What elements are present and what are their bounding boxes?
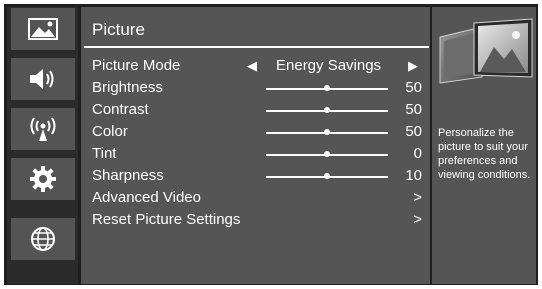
menu-item-sharpness[interactable]: Sharpness 10 [92, 167, 428, 189]
sidebar-item-picture[interactable] [11, 8, 75, 50]
color-slider[interactable] [266, 129, 388, 135]
setting-label: Tint [92, 145, 117, 162]
setting-value: 50 [405, 101, 422, 118]
title-divider [84, 46, 429, 48]
sharpness-slider[interactable] [266, 173, 388, 179]
setting-label: Color [92, 123, 128, 140]
chevron-right-icon: > [413, 189, 422, 206]
help-text: Personalize the picture to suit your pre… [438, 127, 531, 181]
setting-label: Sharpness [92, 167, 164, 184]
picture-mode-label: Picture Mode [92, 57, 181, 74]
slider-knob[interactable] [324, 107, 330, 113]
setting-label: Contrast [92, 101, 149, 118]
menu-link-label: Advanced Video [92, 189, 201, 206]
setting-label: Brightness [92, 79, 163, 96]
menu-item-picture-mode[interactable]: Picture Mode ◀ Energy Savings ▶ [92, 57, 428, 79]
menu-item-tint[interactable]: Tint 0 [92, 145, 428, 167]
setting-value: 0 [413, 145, 422, 162]
menu-item-advanced-video[interactable]: Advanced Video > [92, 189, 428, 211]
slider-knob[interactable] [324, 129, 330, 135]
menu-item-reset-picture-settings[interactable]: Reset Picture Settings > [92, 211, 428, 233]
sidebar-item-broadcast[interactable] [11, 108, 75, 150]
broadcast-icon [28, 115, 58, 143]
picture-icon [28, 18, 58, 40]
setting-value: 10 [405, 167, 422, 184]
sound-icon [28, 66, 58, 92]
sidebar-item-settings[interactable] [11, 158, 75, 200]
menu-link-label: Reset Picture Settings [92, 211, 241, 228]
picture-mode-value: Energy Savings [276, 57, 382, 74]
mode-next-arrow-icon[interactable]: ▶ [408, 58, 418, 74]
menu-item-brightness[interactable]: Brightness 50 [92, 79, 428, 101]
mode-previous-arrow-icon[interactable]: ◀ [247, 58, 257, 74]
page-title: Picture [92, 20, 145, 39]
sidebar-item-network[interactable] [11, 218, 75, 260]
brightness-slider[interactable] [266, 85, 388, 91]
setting-value: 50 [405, 79, 422, 96]
sidebar-item-sound[interactable] [11, 58, 75, 100]
slider-knob[interactable] [324, 173, 330, 179]
chevron-right-icon: > [413, 211, 422, 228]
settings-gear-icon [29, 165, 57, 193]
menu-item-contrast[interactable]: Contrast 50 [92, 101, 428, 123]
picture-preview-image [438, 17, 534, 99]
slider-knob[interactable] [324, 85, 330, 91]
setting-value: 50 [405, 123, 422, 140]
menu-item-color[interactable]: Color 50 [92, 123, 428, 145]
contrast-slider[interactable] [266, 107, 388, 113]
tint-slider[interactable] [266, 151, 388, 157]
slider-knob[interactable] [324, 151, 330, 157]
network-globe-icon [29, 225, 57, 253]
